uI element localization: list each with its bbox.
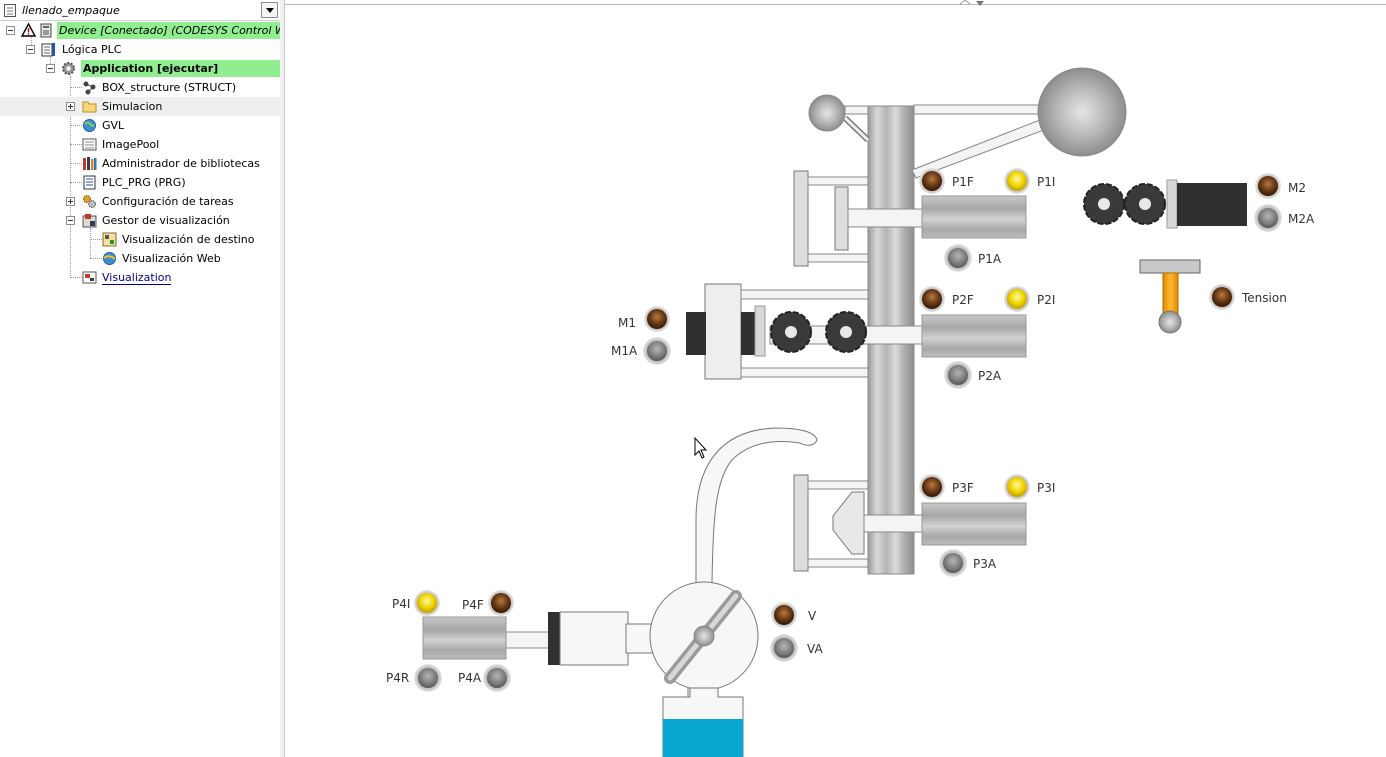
- label-tension: Tension: [1241, 291, 1287, 305]
- button-m2a[interactable]: [1254, 204, 1282, 232]
- roller-m1-a: [770, 311, 812, 353]
- large-reel-disc: [1037, 67, 1127, 157]
- lamp-p2i: [1004, 286, 1030, 312]
- label-p2i: P2I: [1037, 293, 1055, 307]
- button-p2a[interactable]: [944, 361, 972, 389]
- fill-valve-assembly: [422, 427, 818, 757]
- label-p3a: P3A: [973, 557, 997, 571]
- lamp-p1f: [919, 168, 945, 194]
- lamp-p2f: [919, 286, 945, 312]
- lamp-v: [771, 602, 797, 628]
- lamp-p3i: [1004, 474, 1030, 500]
- small-reel-disc: [808, 94, 846, 132]
- label-v: V: [808, 609, 817, 623]
- piston-2: [686, 283, 1027, 380]
- button-m1a[interactable]: [643, 337, 671, 365]
- label-p4a: P4A: [458, 671, 482, 685]
- splitter-down-icon[interactable]: [976, 1, 984, 6]
- splitter-up-icon[interactable]: [959, 0, 971, 5]
- button-p1a[interactable]: [944, 244, 972, 272]
- button-p3a[interactable]: [939, 549, 967, 577]
- label-p3i: P3I: [1037, 481, 1055, 495]
- lamp-p1i: [1004, 168, 1030, 194]
- button-p4r[interactable]: [414, 664, 442, 692]
- lamp-p4f: [488, 590, 514, 616]
- tank-liquid: [663, 719, 743, 757]
- button-p4a[interactable]: [483, 664, 511, 692]
- label-m1: M1: [618, 316, 636, 330]
- label-p1a: P1A: [978, 252, 1002, 266]
- label-p3f: P3F: [952, 481, 974, 495]
- label-p2f: P2F: [952, 293, 974, 307]
- tension-sensor: [1139, 259, 1201, 334]
- roller-m2-a: [1083, 183, 1125, 225]
- roller-m1-b: [825, 311, 867, 353]
- lamp-p4i: [414, 590, 440, 616]
- roller-m2-b: [1124, 183, 1166, 225]
- lamp-m1: [644, 306, 670, 332]
- label-m1a: M1A: [611, 344, 638, 358]
- button-va[interactable]: [770, 634, 798, 662]
- label-p1i: P1I: [1037, 175, 1055, 189]
- label-m2a: M2A: [1288, 212, 1315, 226]
- label-p4i: P4I: [392, 597, 410, 611]
- label-m2: M2: [1288, 181, 1306, 195]
- mouse-cursor-icon: [694, 436, 708, 459]
- top-pulley-assembly: [808, 67, 1127, 179]
- lamp-tension: [1209, 284, 1235, 310]
- label-va: VA: [807, 642, 823, 656]
- label-p4f: P4F: [462, 598, 484, 612]
- label-p2a: P2A: [978, 369, 1002, 383]
- lamp-p3f: [919, 474, 945, 500]
- lamp-m2: [1255, 173, 1281, 199]
- visualization-canvas: P1F P1I P1A P2F P2I P2A P3F P3I P3A M1 M…: [386, 0, 1315, 757]
- label-p4r: P4R: [386, 671, 409, 685]
- label-p1f: P1F: [952, 175, 974, 189]
- motor-m2: [1083, 179, 1247, 229]
